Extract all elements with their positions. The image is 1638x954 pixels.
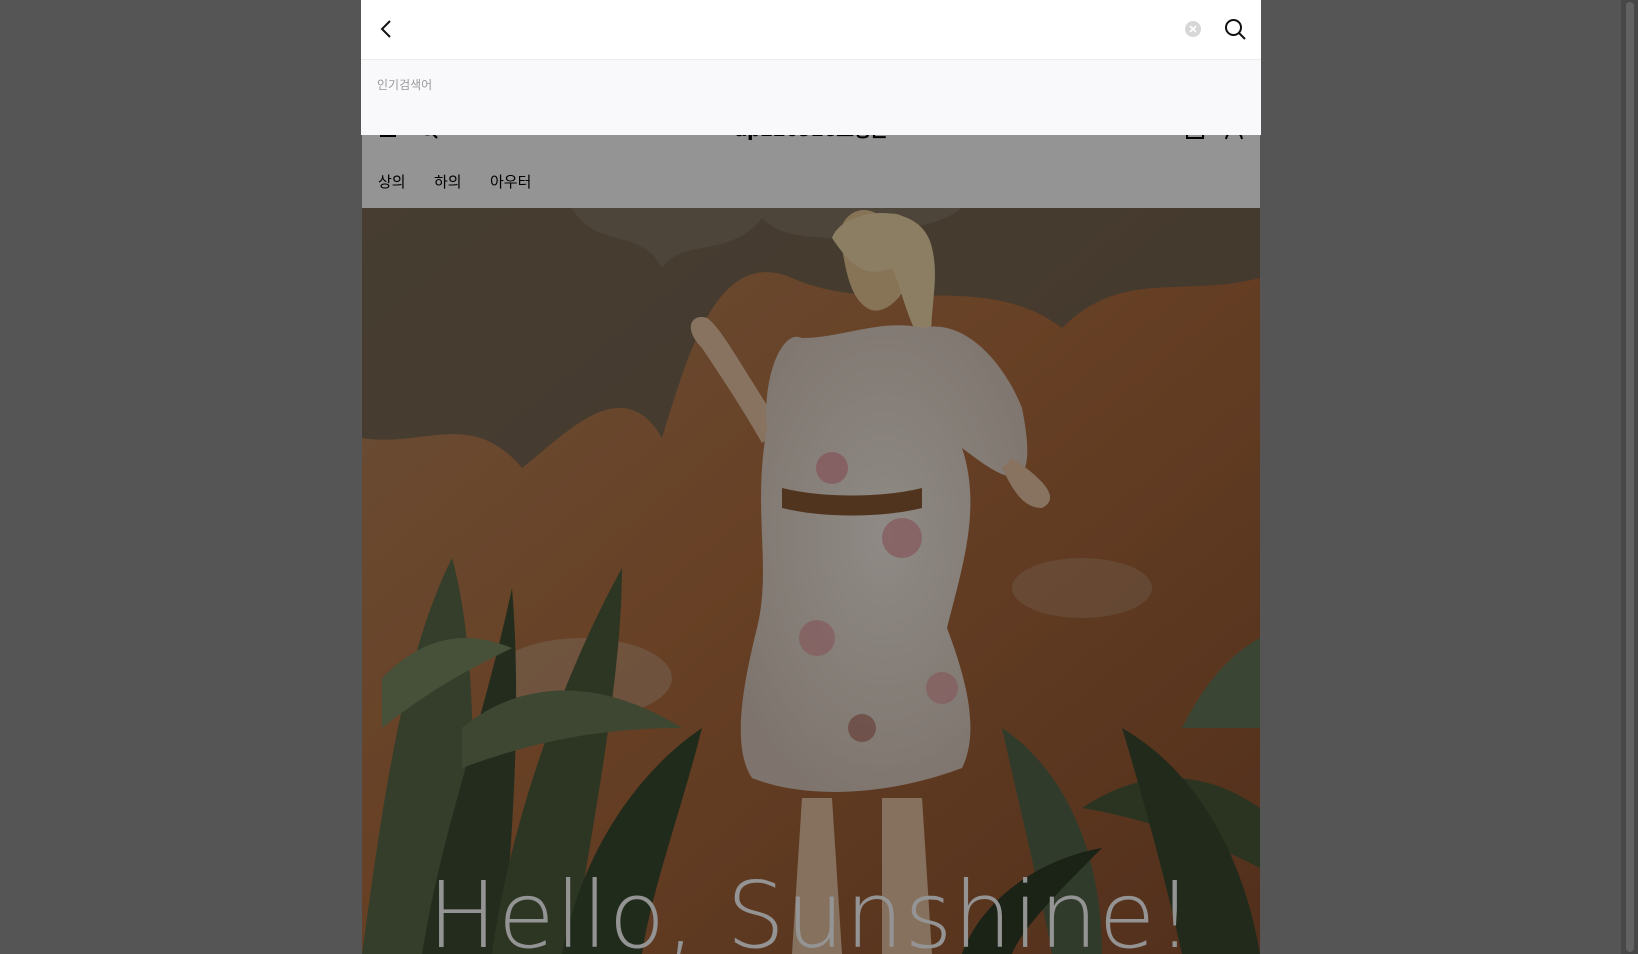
popular-searches-label: 인기검색어 <box>377 78 433 92</box>
clear-circle-icon[interactable] <box>1184 20 1202 38</box>
search-input[interactable] <box>411 12 1185 48</box>
search-bar <box>361 0 1261 60</box>
search-panel: 인기검색어 <box>361 0 1261 135</box>
modal-overlay[interactable] <box>0 0 1638 954</box>
search-icon[interactable] <box>1223 17 1247 41</box>
chevron-left-icon[interactable] <box>375 17 399 41</box>
